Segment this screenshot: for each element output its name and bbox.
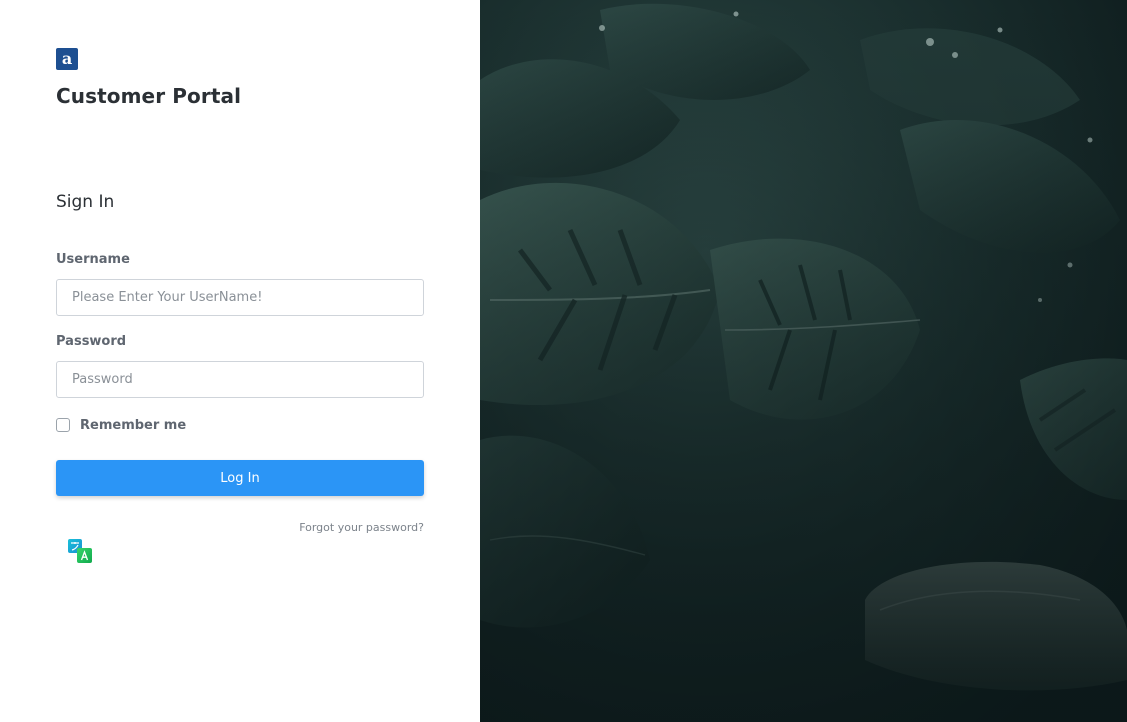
- background-photo: [480, 0, 1127, 722]
- sign-in-panel: a Customer Portal Sign In Username Passw…: [0, 0, 480, 722]
- brand-logo-icon: a: [56, 48, 78, 70]
- remember-me-label[interactable]: Remember me: [80, 418, 186, 433]
- password-input[interactable]: [56, 361, 424, 398]
- forgot-password-link[interactable]: Forgot your password?: [299, 521, 424, 534]
- monstera-leaves-image: [480, 0, 1127, 722]
- username-input[interactable]: [56, 279, 424, 316]
- translate-icon-glyph: [68, 539, 92, 563]
- sign-in-heading: Sign In: [56, 192, 115, 212]
- login-button[interactable]: Log In: [56, 460, 424, 496]
- remember-me-checkbox[interactable]: [56, 418, 70, 432]
- remember-me-row: Remember me: [56, 417, 186, 433]
- app-title: Customer Portal: [56, 84, 242, 108]
- login-page: a Customer Portal Sign In Username Passw…: [0, 0, 1127, 722]
- translate-icon[interactable]: [67, 538, 93, 564]
- password-label: Password: [56, 334, 127, 349]
- username-label: Username: [56, 252, 130, 267]
